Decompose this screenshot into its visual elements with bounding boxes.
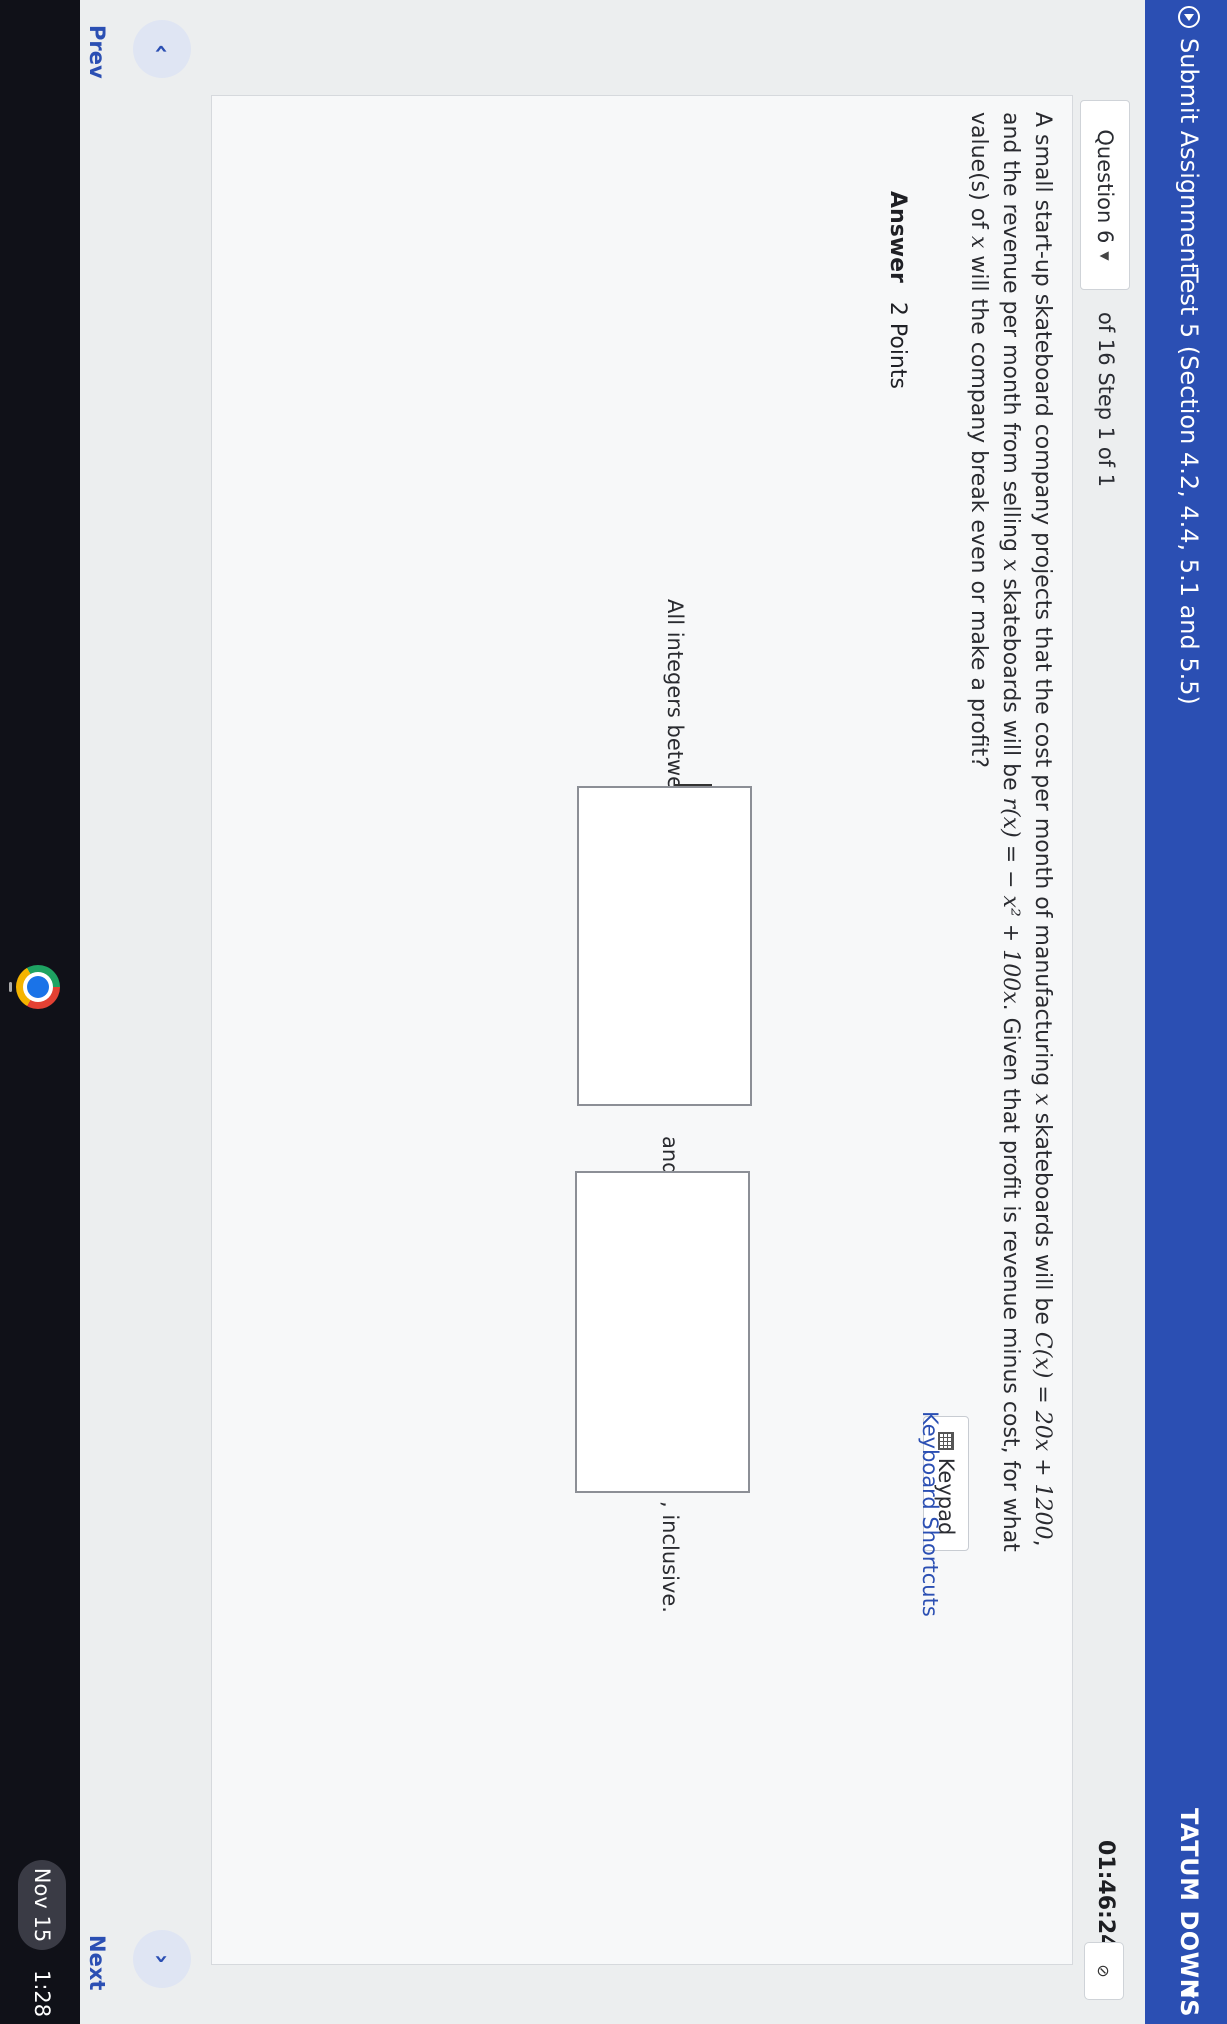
chevron-right-icon: ›	[148, 1954, 176, 1964]
problem-text-part: will the company break even or make a pr…	[966, 248, 991, 768]
problem-text-part: skateboards will be	[1030, 1105, 1055, 1332]
revenue-function: r(x) = − x² + 100x	[998, 797, 1023, 1004]
question-label: Question 6	[1093, 129, 1117, 244]
main-content: Question 6 ▼ of 16 Step 1 of 1 01:46:24 …	[55, 0, 1145, 2024]
timer: 01:46:24	[1093, 1840, 1118, 1950]
prev-button[interactable]: ‹	[133, 20, 191, 78]
screen: Submit Assignment Test 5 (Section 4.2, 4…	[0, 0, 1227, 2024]
submit-assignment-label: Submit Assignment	[1175, 38, 1203, 273]
submit-assignment-button[interactable]: Submit Assignment	[1175, 6, 1203, 272]
answer-label: Answer	[885, 191, 910, 283]
answer-input-2[interactable]	[575, 1171, 750, 1493]
date-chip[interactable]: Nov 15	[18, 1860, 66, 1950]
hide-timer-button[interactable]: ⊘	[1084, 1942, 1124, 2000]
question-step-text: of 16 Step 1 of 1	[1094, 312, 1118, 488]
play-circle-icon	[1178, 6, 1200, 28]
chevron-left-icon: ‹	[148, 44, 176, 54]
next-label[interactable]: Next	[85, 1935, 109, 1990]
active-app-indicator	[9, 982, 12, 992]
problem-text-part: A small start-up skateboard company proj…	[1030, 112, 1055, 1094]
answer-joiner-text: and	[658, 1136, 682, 1176]
variable-x: x	[998, 558, 1023, 572]
variable-x: x	[1030, 1093, 1055, 1106]
clock[interactable]: 1:28	[30, 1970, 54, 2017]
answer-suffix-text: , inclusive.	[658, 1501, 682, 1613]
caret-down-icon[interactable]: ▼	[1180, 1986, 1199, 1998]
answer-prefix-text: All integers between	[663, 599, 687, 816]
answer-header: Answer 2 Points	[885, 191, 910, 389]
question-selector[interactable]: Question 6 ▼	[1080, 100, 1130, 290]
date-label: Nov 15	[30, 1867, 54, 1943]
chrome-icon[interactable]	[16, 965, 60, 1009]
next-button[interactable]: ›	[133, 1930, 191, 1988]
answer-input-1[interactable]	[577, 786, 752, 1106]
question-bar: Question 6 ▼ of 16 Step 1 of 1 01:46:24 …	[1080, 100, 1130, 2000]
problem-text: A small start-up skateboard company proj…	[962, 112, 1058, 1562]
keyboard-shortcuts-link[interactable]: Keyboard Shortcuts	[918, 1411, 942, 1617]
problem-text-part: skateboards will be	[998, 571, 1023, 798]
question-card: A small start-up skateboard company proj…	[211, 95, 1073, 1965]
test-title: Test 5 (Section 4.2, 4.4, 5.1 and 5.5)	[1175, 268, 1203, 705]
variable-x: x	[966, 235, 991, 249]
navigation: ‹ Prev › Next	[71, 0, 201, 2024]
eye-slash-icon: ⊘	[1094, 1964, 1114, 1978]
points-label: 2 Points	[885, 301, 910, 389]
top-bar: Submit Assignment Test 5 (Section 4.2, 4…	[1145, 0, 1227, 2024]
prev-label[interactable]: Prev	[85, 25, 109, 79]
chevron-down-icon: ▼	[1098, 251, 1112, 261]
os-taskbar: Nov 15 1:28	[0, 0, 80, 2024]
cost-function: C(x) = 20x + 1200	[1030, 1331, 1055, 1540]
